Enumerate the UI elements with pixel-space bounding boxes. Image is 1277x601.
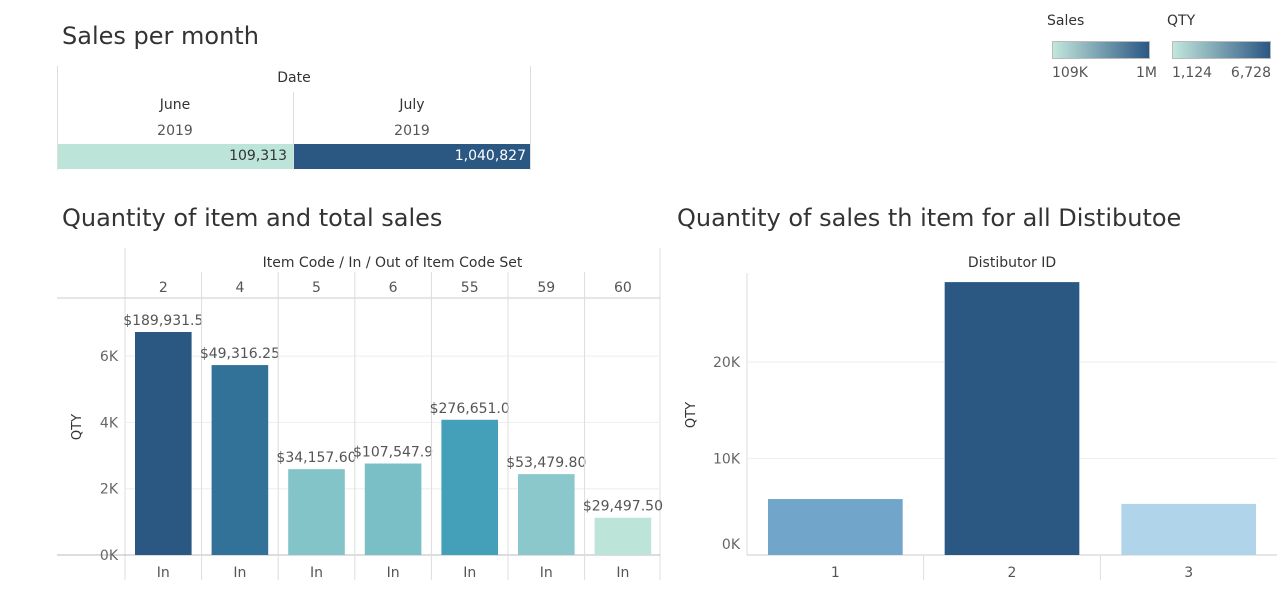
chart1-set-label: In [463, 565, 476, 581]
sales-legend-label: Sales [1047, 13, 1085, 29]
year-label-july: 2019 [394, 123, 430, 139]
chart1-category-label: 5 [312, 280, 321, 296]
chart1-ytick-label: 0K [100, 548, 119, 564]
chart1-category-label: 6 [389, 280, 398, 296]
qty-legend[interactable]: QTY 1,124 6,728 [1167, 13, 1273, 83]
chart2-distributor-3-bar[interactable] [1121, 503, 1256, 555]
distributor-chart: Distibutor ID 0K 10K 20K QTY 1 2 3 [684, 255, 1277, 581]
month-label-july: July [399, 97, 425, 113]
dist-title: Quantity of sales th item for all Distib… [677, 204, 1182, 232]
chart1-category-label: 4 [235, 280, 244, 296]
chart2-ytick-label: 0K [722, 537, 741, 553]
sales-value-july: 1,040,827 [454, 148, 526, 164]
chart1-set-label: In [616, 565, 629, 581]
qty-legend-max: 6,728 [1230, 65, 1271, 81]
chart1-ytick-label: 2K [100, 482, 119, 498]
chart1-item-59-bar[interactable] [518, 474, 575, 555]
chart1-bar-label: $29,497.50 [583, 499, 663, 515]
chart2-distributor-1-bar[interactable] [768, 499, 903, 555]
chart2-category-label: 1 [831, 565, 840, 581]
chart1-set-label: In [157, 565, 170, 581]
chart1-bar-label: $53,479.80 [506, 455, 586, 471]
chart1-column-header: Item Code / In / Out of Item Code Set [263, 255, 523, 271]
chart1-item-2-bar[interactable] [135, 332, 192, 555]
chart1-bar-label: $34,157.60 [276, 450, 356, 466]
sales-value-june: 109,313 [229, 148, 287, 164]
year-label-june: 2019 [157, 123, 193, 139]
qty-legend-gradient [1172, 41, 1271, 59]
chart1-item-4-bar[interactable] [211, 365, 269, 555]
chart1-bar-label: $49,316.25 [200, 346, 280, 362]
chart1-bar-label: $107,547.9 [353, 445, 433, 461]
sales-cell-june[interactable]: 109,313 [58, 144, 293, 169]
chart1-item-5-bar[interactable] [288, 469, 345, 555]
chart1-item-55-bar[interactable] [441, 419, 498, 555]
sales-legend-max: 1M [1136, 65, 1157, 81]
chart1-ytick-label: 6K [100, 349, 119, 365]
chart1-set-label: In [233, 565, 246, 581]
sales-cell-july[interactable]: 1,040,827 [294, 144, 530, 169]
chart2-distributor-2-bar[interactable] [944, 282, 1080, 555]
chart2-column-header: Distibutor ID [968, 255, 1056, 271]
chart1-set-label: In [387, 565, 400, 581]
chart2-ytick-label: 10K [713, 452, 741, 468]
chart2-category-label: 2 [1008, 565, 1017, 581]
sales-table-header: Date [277, 70, 311, 86]
chart2-ytick-label: 20K [713, 355, 741, 371]
qty-legend-min: 1,124 [1172, 65, 1213, 81]
chart1-ylabel: QTY [70, 414, 85, 440]
chart1-item-6-bar[interactable] [364, 463, 422, 555]
chart1-category-label: 55 [461, 280, 479, 296]
chart1-category-label: 59 [537, 280, 555, 296]
sales-legend[interactable]: Sales 109K 1M [1047, 13, 1157, 83]
sales-table: Date June 2019 109,313 July 2019 1,040,8… [57, 66, 531, 170]
qty-item-chart: Item Code / In / Out of Item Code Set 0K 2… [57, 248, 663, 581]
chart1-bar-label: $189,931.5 [123, 313, 203, 329]
sales-title: Sales per month [62, 22, 259, 50]
chart2-category-label: 3 [1184, 565, 1193, 581]
qty-title: Quantity of item and total sales [62, 204, 443, 232]
chart1-category-label: 60 [614, 280, 632, 296]
chart1-ytick-label: 4K [100, 415, 119, 431]
chart1-item-60-bar[interactable] [594, 517, 652, 555]
chart1-set-label: In [540, 565, 553, 581]
chart1-category-label: 2 [159, 280, 168, 296]
chart2-ylabel: QTY [684, 402, 699, 428]
chart1-set-label: In [310, 565, 323, 581]
month-label-june: June [159, 97, 191, 113]
sales-legend-gradient [1052, 41, 1150, 59]
chart1-bar-label: $276,651.0 [430, 401, 510, 417]
qty-legend-label: QTY [1167, 13, 1196, 29]
sales-legend-min: 109K [1052, 65, 1088, 81]
